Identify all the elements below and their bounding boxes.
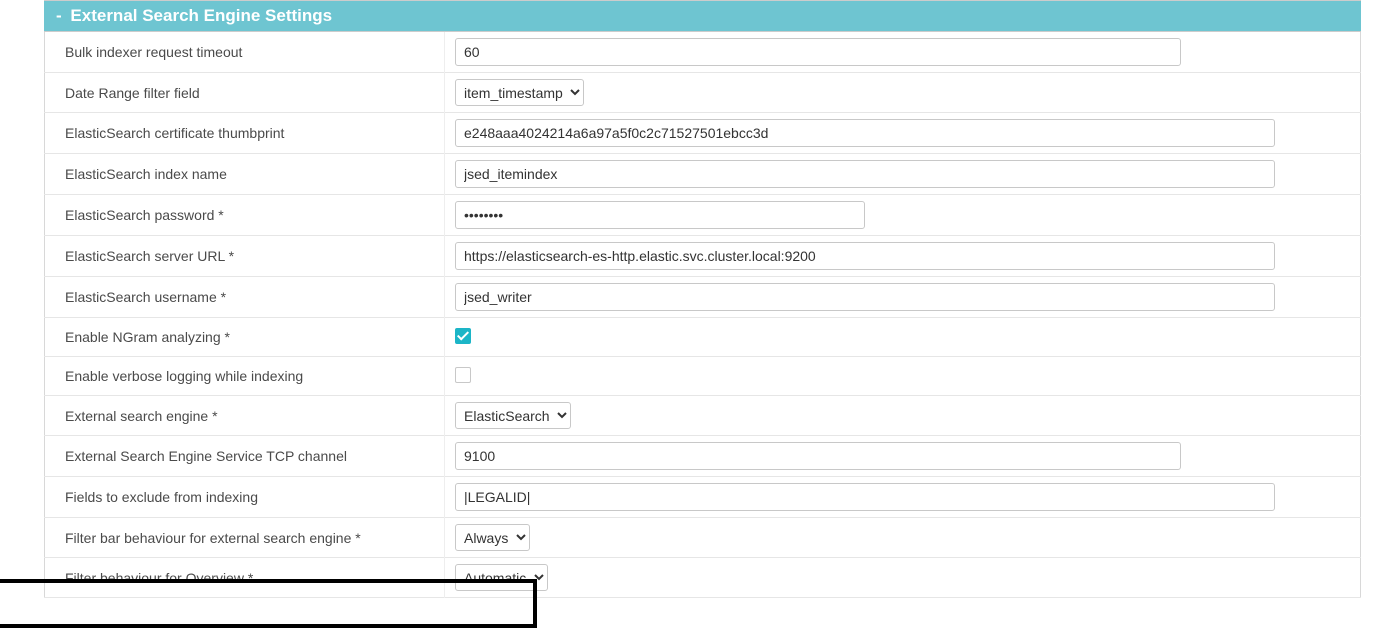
- row-tcp-channel: External Search Engine Service TCP chann…: [45, 436, 1361, 477]
- row-exclude-fields: Fields to exclude from indexing: [45, 477, 1361, 518]
- label-tcp-channel: External Search Engine Service TCP chann…: [45, 436, 445, 477]
- input-es-password[interactable]: [455, 201, 865, 229]
- section-title: External Search Engine Settings: [70, 6, 332, 25]
- input-es-server-url[interactable]: [455, 242, 1275, 270]
- label-es-password: ElasticSearch password *: [45, 195, 445, 236]
- label-es-cert-thumb: ElasticSearch certificate thumbprint: [45, 113, 445, 154]
- section-header[interactable]: - External Search Engine Settings: [44, 0, 1361, 32]
- row-es-server-url: ElasticSearch server URL *: [45, 236, 1361, 277]
- row-filter-overview: Filter behaviour for Overview * Automati…: [45, 558, 1361, 598]
- row-bulk-timeout: Bulk indexer request timeout: [45, 32, 1361, 73]
- row-enable-ngram: Enable NGram analyzing *: [45, 318, 1361, 357]
- row-es-cert-thumb: ElasticSearch certificate thumbprint: [45, 113, 1361, 154]
- label-filter-bar: Filter bar behaviour for external search…: [45, 518, 445, 558]
- checkbox-enable-verbose[interactable]: [455, 367, 471, 383]
- label-enable-ngram: Enable NGram analyzing *: [45, 318, 445, 357]
- select-date-range-field[interactable]: item_timestamp: [455, 79, 584, 106]
- row-es-password: ElasticSearch password *: [45, 195, 1361, 236]
- label-es-server-url: ElasticSearch server URL *: [45, 236, 445, 277]
- select-ext-engine[interactable]: ElasticSearch: [455, 402, 571, 429]
- label-es-username: ElasticSearch username *: [45, 277, 445, 318]
- select-filter-bar[interactable]: Always: [455, 524, 530, 551]
- label-bulk-timeout: Bulk indexer request timeout: [45, 32, 445, 73]
- label-date-range-field: Date Range filter field: [45, 73, 445, 113]
- input-es-username[interactable]: [455, 283, 1275, 311]
- label-enable-verbose: Enable verbose logging while indexing: [45, 357, 445, 396]
- row-es-username: ElasticSearch username *: [45, 277, 1361, 318]
- input-tcp-channel[interactable]: [455, 442, 1181, 470]
- label-es-index-name: ElasticSearch index name: [45, 154, 445, 195]
- input-exclude-fields[interactable]: [455, 483, 1275, 511]
- input-es-cert-thumb[interactable]: [455, 119, 1275, 147]
- input-es-index-name[interactable]: [455, 160, 1275, 188]
- row-filter-bar: Filter bar behaviour for external search…: [45, 518, 1361, 558]
- label-filter-overview: Filter behaviour for Overview *: [45, 558, 445, 598]
- input-bulk-timeout[interactable]: [455, 38, 1181, 66]
- collapse-toggle-icon: -: [56, 6, 62, 25]
- row-enable-verbose: Enable verbose logging while indexing: [45, 357, 1361, 396]
- row-ext-engine: External search engine * ElasticSearch: [45, 396, 1361, 436]
- label-exclude-fields: Fields to exclude from indexing: [45, 477, 445, 518]
- row-date-range-field: Date Range filter field item_timestamp: [45, 73, 1361, 113]
- settings-table: Bulk indexer request timeout Date Range …: [44, 32, 1361, 598]
- select-filter-overview[interactable]: Automatic: [455, 564, 548, 591]
- row-es-index-name: ElasticSearch index name: [45, 154, 1361, 195]
- label-ext-engine: External search engine *: [45, 396, 445, 436]
- checkbox-enable-ngram[interactable]: [455, 328, 471, 344]
